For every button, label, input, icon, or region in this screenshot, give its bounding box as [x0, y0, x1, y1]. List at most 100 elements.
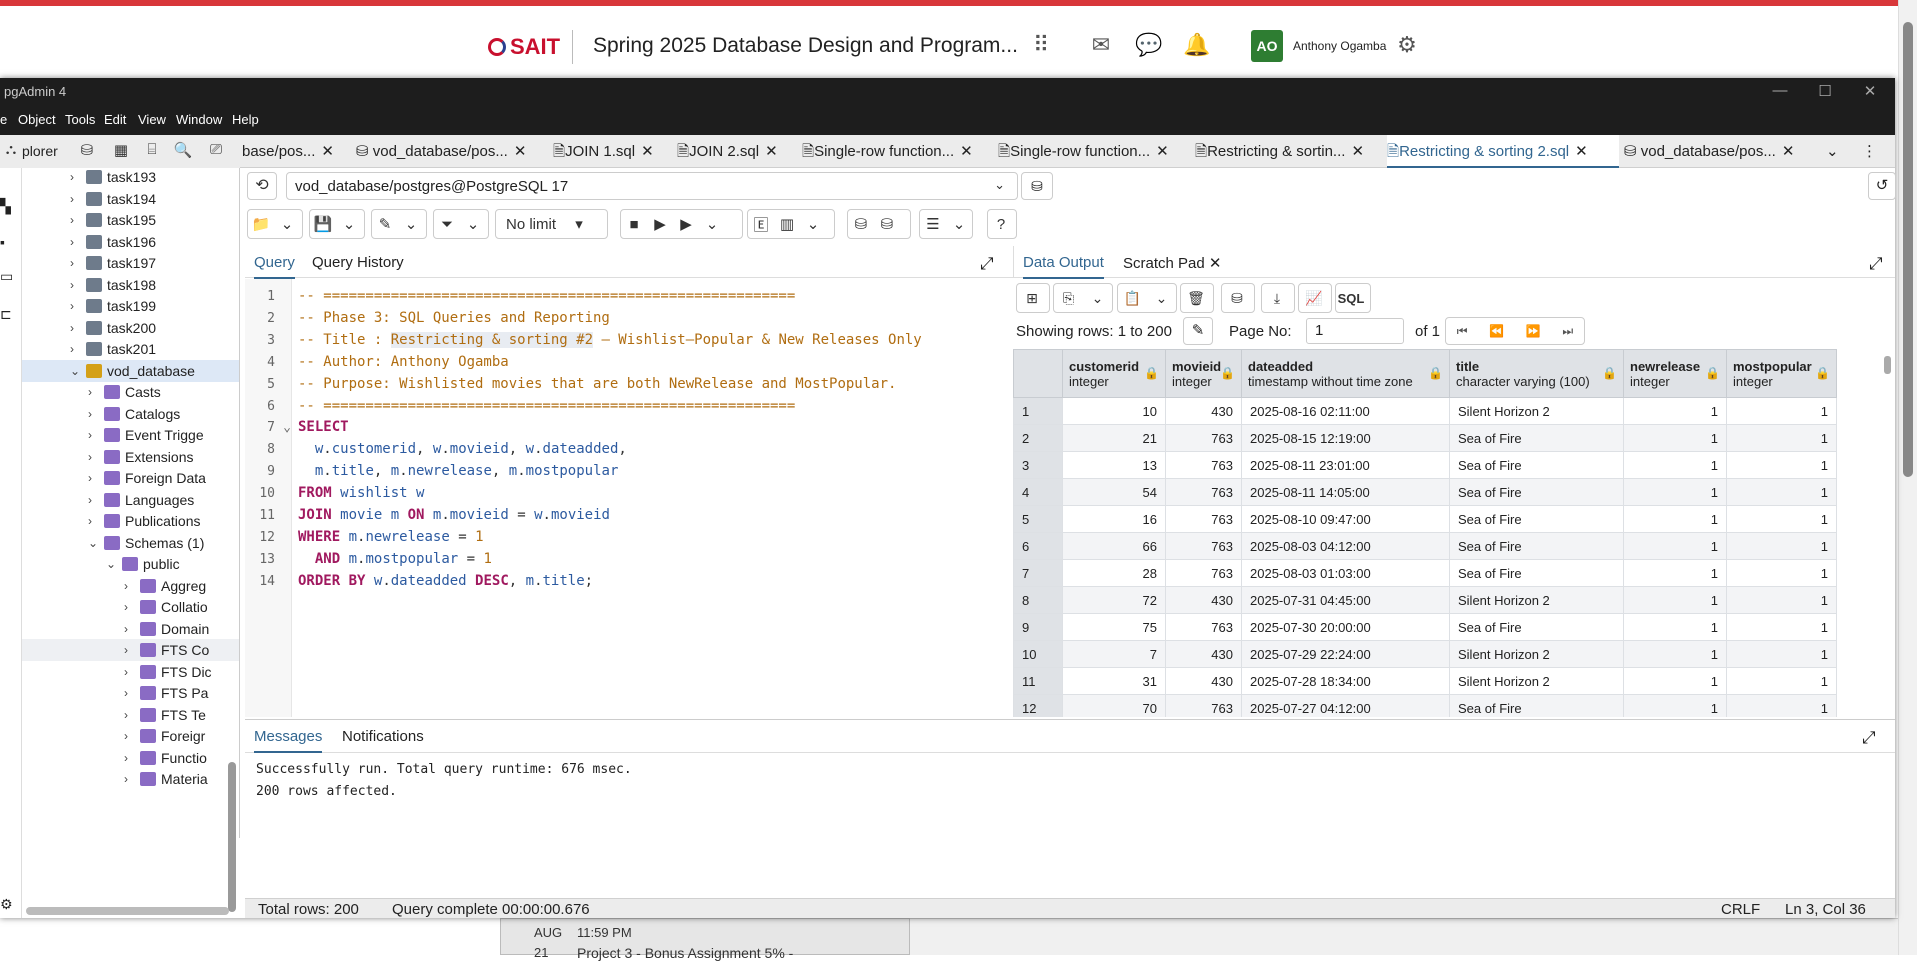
- results-grid[interactable]: customerid integer 🔒 movieid integer 🔒 dateadd…: [1013, 349, 1881, 717]
- chevron-right-icon[interactable]: ›: [124, 772, 138, 786]
- app-grid-icon[interactable]: ⠿: [1026, 30, 1056, 60]
- menu-view[interactable]: View: [138, 112, 166, 127]
- reset-layout-icon[interactable]: ↺: [1868, 172, 1896, 200]
- table-cell[interactable]: 7: [1062, 640, 1166, 668]
- tab-messages[interactable]: Messages: [254, 728, 323, 753]
- chevron-right-icon[interactable]: ›: [88, 407, 102, 421]
- table-cell[interactable]: 2025-08-03 04:12:00: [1241, 532, 1450, 560]
- tree-node[interactable]: › FTS Pa: [22, 682, 239, 704]
- menu-tools[interactable]: Tools: [65, 112, 95, 127]
- tree-node[interactable]: › task193: [22, 168, 239, 188]
- table-row[interactable]: 4 54 763 2025-08-11 14:05:00 Sea of Fire 1 1: [1013, 478, 1837, 506]
- table-cell[interactable]: 2025-07-31 04:45:00: [1241, 586, 1450, 614]
- column-header[interactable]: dateadded timestamp without time zone 🔒: [1241, 349, 1450, 398]
- line-chart-icon[interactable]: 📈: [1299, 290, 1329, 307]
- connection-status-icon[interactable]: ⟲: [247, 172, 277, 200]
- chevron-right-icon[interactable]: ›: [124, 600, 138, 614]
- tree-node[interactable]: › Foreigr: [22, 725, 239, 747]
- column-header[interactable]: newrelease integer 🔒: [1623, 349, 1727, 398]
- add-row-button[interactable]: ⊞: [1016, 283, 1050, 313]
- code-line[interactable]: -- Purpose: Wishlisted movies that are b…: [298, 374, 896, 395]
- table-cell[interactable]: 1: [1726, 397, 1837, 425]
- row-number[interactable]: 5: [1013, 505, 1063, 533]
- terminal-icon[interactable]: ⎚: [205, 141, 227, 161]
- close-icon[interactable]: ✕: [1209, 255, 1222, 272]
- explain-icon[interactable]: 🄴: [748, 214, 774, 235]
- filter-icon[interactable]: ⏷: [434, 216, 460, 233]
- table-row[interactable]: 12 70 763 2025-07-27 04:12:00 Sea of Fire 1 1: [1013, 694, 1837, 717]
- stop-icon[interactable]: ■: [621, 216, 647, 233]
- table-cell[interactable]: 1: [1623, 694, 1727, 717]
- code-line[interactable]: -- =====================================…: [298, 396, 795, 417]
- table-cell[interactable]: 28: [1062, 559, 1166, 587]
- explain-analyze-icon[interactable]: ▥: [774, 215, 800, 233]
- table-cell[interactable]: 2025-08-11 14:05:00: [1241, 478, 1450, 506]
- row-number[interactable]: 3: [1013, 451, 1063, 479]
- expand-icon[interactable]: ⤢: [1869, 254, 1883, 274]
- table-cell[interactable]: 2025-07-30 20:00:00: [1241, 613, 1450, 641]
- table-cell[interactable]: 1: [1623, 667, 1727, 695]
- chevron-right-icon[interactable]: ›: [70, 256, 84, 270]
- table-cell[interactable]: 763: [1165, 478, 1242, 506]
- grid-scrollbar-thumb[interactable]: [1884, 356, 1891, 374]
- settings-icon[interactable]: ⚙: [0, 896, 14, 912]
- tree-node[interactable]: › Functio: [22, 747, 239, 769]
- tree-node[interactable]: › task194: [22, 188, 239, 210]
- table-cell[interactable]: 2025-07-29 22:24:00: [1241, 640, 1450, 668]
- tree-icon[interactable]: ▚: [0, 198, 14, 214]
- tree-node[interactable]: › task197: [22, 252, 239, 274]
- paste-group[interactable]: 📋 ⌄: [1117, 283, 1177, 313]
- expand-icon[interactable]: ⤢: [980, 254, 994, 274]
- first-page-icon[interactable]: ⏮: [1457, 324, 1468, 339]
- bell-icon[interactable]: 🔔: [1182, 30, 1212, 60]
- row-number[interactable]: 2: [1013, 424, 1063, 452]
- table-cell[interactable]: 70: [1062, 694, 1166, 717]
- database-icon[interactable]: ⛁: [76, 141, 98, 161]
- table-cell[interactable]: Silent Horizon 2: [1449, 397, 1624, 425]
- tree-node[interactable]: › Casts: [22, 381, 239, 403]
- tree-node[interactable]: ⌄ public: [22, 553, 239, 575]
- explain-group[interactable]: 🄴 ▥ ⌄: [747, 209, 835, 239]
- table-cell[interactable]: 763: [1165, 424, 1242, 452]
- row-number[interactable]: 9: [1013, 613, 1063, 641]
- table-cell[interactable]: 1: [1726, 640, 1837, 668]
- tree-scrollbar[interactable]: [228, 762, 236, 912]
- avatar[interactable]: AO: [1251, 30, 1283, 62]
- chevron-right-icon[interactable]: ›: [70, 192, 84, 206]
- chevron-down-icon[interactable]: ⌄: [946, 215, 972, 233]
- table-row[interactable]: 7 28 763 2025-08-03 01:03:00 Sea of Fire 1 1: [1013, 559, 1837, 587]
- chevron-right-icon[interactable]: ›: [124, 579, 138, 593]
- explorer-icon[interactable]: ⛬: [0, 141, 22, 161]
- chevron-right-icon[interactable]: ›: [70, 342, 84, 356]
- chevron-right-icon[interactable]: ›: [88, 471, 102, 485]
- tree-node[interactable]: › FTS Co: [22, 639, 239, 661]
- table-cell[interactable]: 430: [1165, 586, 1242, 614]
- menu-object[interactable]: Object: [18, 112, 56, 127]
- tab-query-6[interactable]: 🗎Restricting & sortin... ✕: [1195, 135, 1383, 168]
- help-button[interactable]: ?: [987, 209, 1017, 239]
- eol-mode[interactable]: CRLF: [1721, 901, 1760, 918]
- tree-node[interactable]: › task199: [22, 295, 239, 317]
- table-cell[interactable]: 1: [1726, 505, 1837, 533]
- tab-close-icon[interactable]: ✕: [641, 143, 654, 160]
- row-number[interactable]: 8: [1013, 586, 1063, 614]
- row-number[interactable]: 1: [1013, 397, 1063, 425]
- execute-group[interactable]: ■ ▶ ▶ ⌄: [620, 209, 743, 239]
- code-line[interactable]: -- Phase 3: SQL Queries and Reporting: [298, 308, 610, 329]
- table-row[interactable]: 8 72 430 2025-07-31 04:45:00 Silent Horizon …: [1013, 586, 1837, 614]
- chevron-right-icon[interactable]: ›: [124, 729, 138, 743]
- table-cell[interactable]: 2025-08-15 12:19:00: [1241, 424, 1450, 452]
- table-cell[interactable]: 13: [1062, 451, 1166, 479]
- table-cell[interactable]: 1: [1623, 505, 1727, 533]
- code-line[interactable]: JOIN movie m ON m.movieid = w.movieid: [298, 505, 610, 526]
- next-page-icon[interactable]: ⏩: [1526, 324, 1541, 338]
- tab-close-icon[interactable]: ✕: [765, 143, 778, 160]
- table-cell[interactable]: 21: [1062, 424, 1166, 452]
- commit-icon[interactable]: ⛁: [848, 215, 874, 233]
- tab-query-7[interactable]: 🗎Restricting & sorting 2.sql ✕: [1387, 135, 1619, 168]
- course-title[interactable]: Spring 2025 Database Design and Program.…: [593, 34, 1018, 58]
- tab-query-5[interactable]: 🗎Single-row function... ✕: [998, 135, 1194, 168]
- tree-node[interactable]: › Event Trigge: [22, 424, 239, 446]
- table-cell[interactable]: 763: [1165, 505, 1242, 533]
- chevron-down-icon[interactable]: ⌄: [1083, 290, 1112, 307]
